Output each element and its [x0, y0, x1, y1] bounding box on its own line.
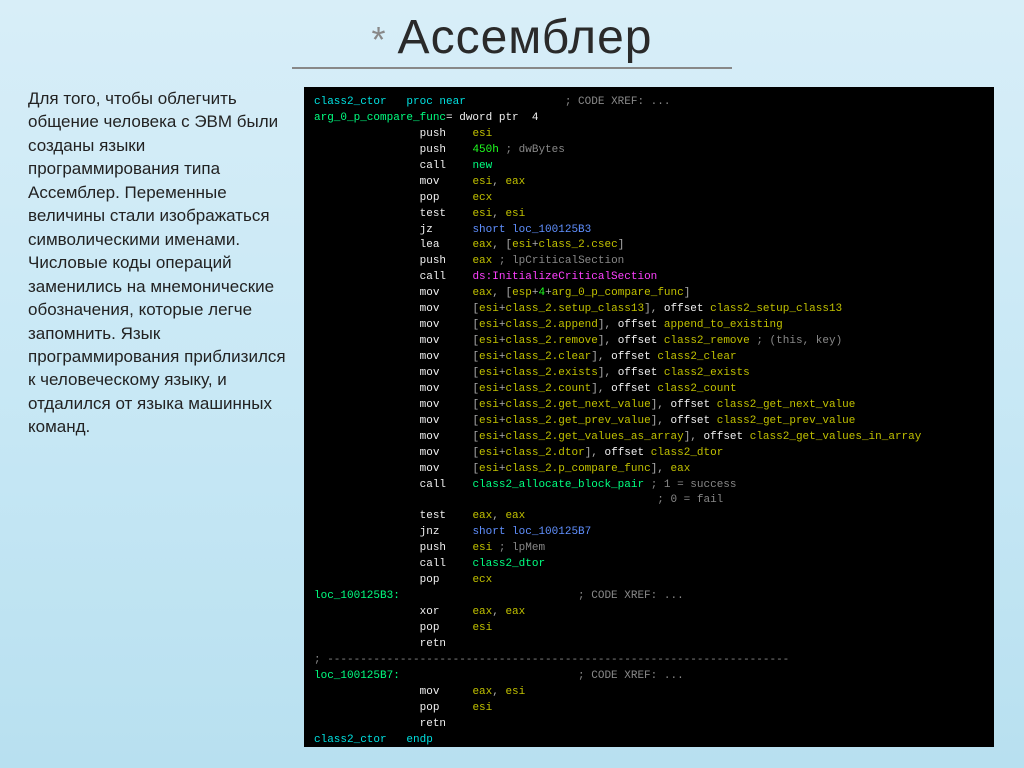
asm-listing: class2_ctor proc near ; CODE XREF: ...ar…: [304, 87, 994, 747]
slide-body: Для того, чтобы облегчить общение челове…: [0, 69, 1024, 747]
page-title: Ассемблер: [0, 0, 1024, 65]
body-paragraph: Для того, чтобы облегчить общение челове…: [28, 87, 288, 747]
